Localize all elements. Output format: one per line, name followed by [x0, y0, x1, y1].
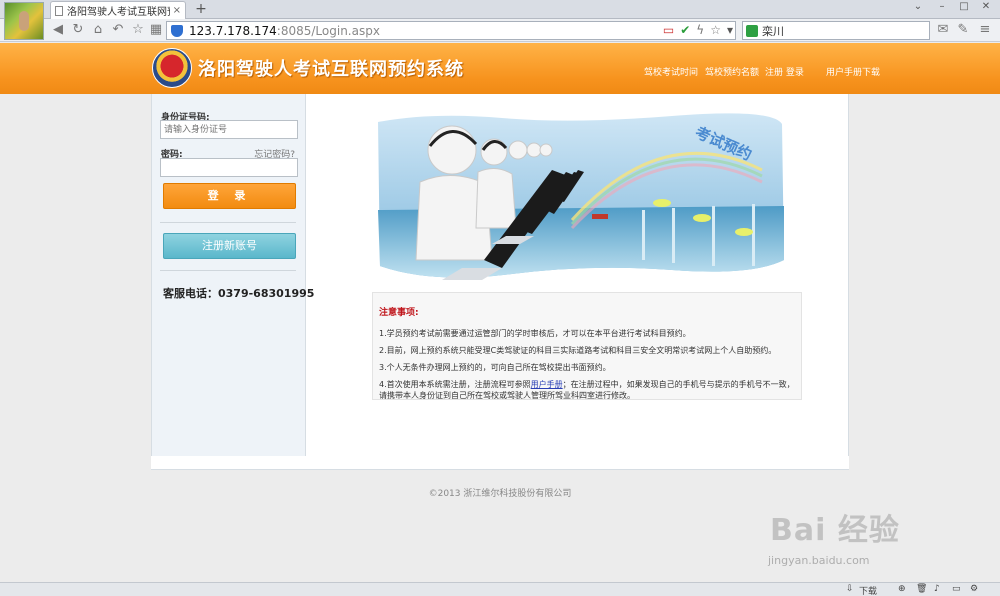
notice-item-text: 4.首次使用本系统需注册，注册流程可参照 [379, 380, 531, 389]
notice-item: 3.个人无条件办理网上预约的，可向自己所在驾校提出书面预约。 [379, 363, 611, 372]
nav-register-login[interactable]: 注册 登录 [765, 65, 804, 78]
download-icon[interactable]: ⇩ [846, 584, 854, 594]
search-text: 栾川 [762, 24, 784, 38]
verified-shield-icon[interactable]: ✔ [680, 23, 690, 37]
note-icon[interactable]: ✎ [955, 22, 971, 38]
trash-icon[interactable]: 🗑 [916, 584, 927, 594]
notice-box: 注意事项: 1.学员预约考试前需要通过运管部门的学时审核后，才可以在本平台进行考… [372, 292, 802, 400]
notice-item: 2.目前，网上预约系统只能受理C类驾驶证的科目三实际道路考试和科目三安全文明常识… [379, 346, 777, 355]
baidu-watermark: Bai 经验 [770, 513, 900, 548]
user-manual-link[interactable]: 用户手册 [531, 380, 563, 389]
page-icon [55, 5, 63, 16]
site-title: 洛阳驾驶人考试互联网预约系统 [198, 59, 464, 80]
speaker-icon[interactable]: ♪ [934, 584, 940, 594]
url-host: 123.7.178.174 [189, 23, 277, 38]
copyright: ©2013 浙江维尔科技股份有限公司 [428, 489, 572, 499]
password-input[interactable] [160, 158, 298, 177]
notice-item: 1.学员预约考试前需要通过运管部门的学时审核后，才可以在本平台进行考试科目预约。 [379, 329, 691, 338]
lightning-icon[interactable]: ϟ [696, 23, 704, 37]
monitor-icon[interactable]: ▭ [663, 23, 674, 37]
refresh-icon[interactable]: ↻ [70, 22, 86, 38]
user-avatar[interactable] [4, 2, 44, 40]
divider [160, 270, 296, 271]
bookmark-star-icon[interactable]: ☆ [710, 23, 721, 37]
nav-booking-quota[interactable]: 驾校预约名额 [705, 65, 759, 78]
dropdown-icon[interactable]: ▾ [727, 23, 733, 37]
home-icon[interactable]: ⌂ [90, 22, 106, 38]
main-content: 身份证号码: 密码: 忘记密码? 登 录 注册新账号 客服电话：0379-683… [151, 94, 849, 456]
close-window-icon[interactable]: ✕ [976, 0, 996, 14]
undo-icon[interactable]: ↶ [110, 22, 126, 38]
apps-icon[interactable]: ▦ [148, 22, 164, 38]
police-emblem-icon [152, 48, 192, 88]
register-button[interactable]: 注册新账号 [163, 233, 296, 259]
browser-navigation-bar: ◀ ↻ ⌂ ↶ ☆ ▦ 123.7.178.174 :8085/Login.as… [0, 19, 1000, 42]
address-bar[interactable]: 123.7.178.174 :8085/Login.aspx ▭ ✔ ϟ ☆ ▾ [166, 21, 736, 40]
browser-status-bar: ⇩ 下载 ⊕ 🗑 ♪ ▭ ⚙ [0, 582, 1000, 596]
menu-icon[interactable]: ≡ [977, 22, 993, 38]
id-number-input[interactable] [160, 120, 298, 139]
browser-tab[interactable]: 洛阳驾驶人考试互联网预约 × [50, 1, 186, 19]
site-header: 洛阳驾驶人考试互联网预约系统 驾校考试时间 驾校预约名额 注册 登录 用户手册下… [0, 43, 1000, 94]
baidu-watermark-url: jingyan.baidu.com [768, 554, 870, 567]
notice-title: 注意事项: [379, 308, 419, 318]
login-button[interactable]: 登 录 [163, 183, 296, 209]
minimize-icon[interactable]: – [932, 0, 952, 14]
notice-item: 4.首次使用本系统需注册，注册流程可参照用户手册；在注册过程中，如果发现自己的手… [379, 379, 795, 401]
back-icon[interactable]: ◀ [50, 22, 66, 38]
zoom-icon[interactable]: ⊕ [898, 584, 906, 594]
nav-exam-time[interactable]: 驾校考试时间 [644, 65, 698, 78]
banner-illustration: 考试预约 [372, 110, 788, 280]
restore-down-icon[interactable]: ⌄ [908, 0, 928, 14]
divider [160, 222, 296, 223]
exam-booking-banner: 考试预约 [372, 110, 788, 280]
browser-tab-bar: 洛阳驾驶人考试互联网预约 × + ⌄ – □ ✕ [0, 0, 1000, 19]
new-tab-button[interactable]: + [192, 0, 210, 18]
maximize-icon[interactable]: □ [954, 0, 974, 14]
settings-icon[interactable]: ⚙ [970, 584, 978, 594]
service-phone: 客服电话：0379-68301995 [163, 287, 315, 300]
nav-user-manual[interactable]: 用户手册下载 [826, 65, 880, 78]
download-label[interactable]: 下载 [859, 584, 877, 596]
login-sidebar: 身份证号码: 密码: 忘记密码? 登 录 注册新账号 客服电话：0379-683… [152, 94, 314, 456]
search-engine-icon [746, 24, 758, 37]
tab-title: 洛阳驾驶人考试互联网预约 [67, 7, 170, 18]
content-bottom [151, 456, 849, 470]
screen-icon[interactable]: ▭ [952, 584, 961, 594]
security-shield-icon [171, 24, 183, 37]
favorite-icon[interactable]: ☆ [130, 22, 146, 38]
search-box[interactable]: 栾川 [742, 21, 930, 40]
url-path: :8085/Login.aspx [276, 23, 380, 38]
close-tab-icon[interactable]: × [173, 5, 181, 16]
mail-icon[interactable]: ✉ [935, 22, 951, 38]
